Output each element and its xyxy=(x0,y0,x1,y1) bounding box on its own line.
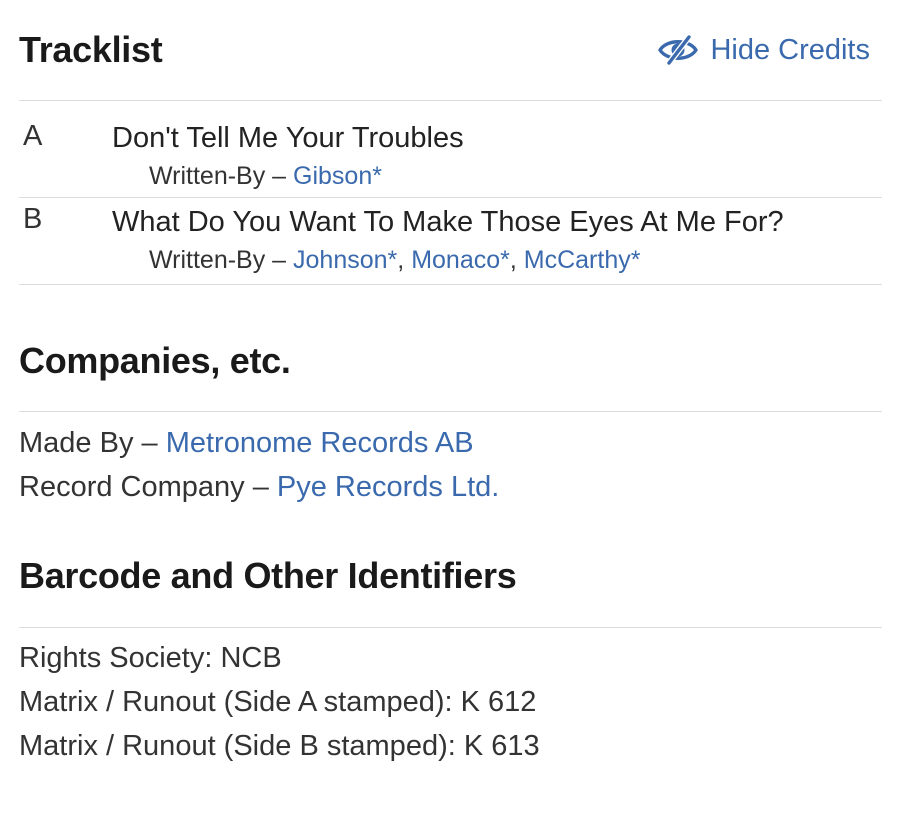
company-link[interactable]: Pye Records Ltd. xyxy=(277,471,499,503)
company-item: Record Company – Pye Records Ltd. xyxy=(19,465,882,509)
eye-slash-icon xyxy=(658,35,699,65)
hide-credits-button[interactable]: Hide Credits xyxy=(658,34,882,67)
credit-comma: , xyxy=(397,246,412,274)
company-separator: – xyxy=(133,427,166,459)
credit-role: Written-By xyxy=(149,162,266,190)
track-credit: Written-By – Gibson* xyxy=(149,156,882,196)
track-row: A Don't Tell Me Your Troubles Written-By… xyxy=(19,101,882,198)
identifier-item: Rights Society: NCB xyxy=(19,642,282,674)
company-item: Made By – Metronome Records AB xyxy=(19,421,882,465)
release-details: Tracklist Hide Credits A Don't Tell Me Y… xyxy=(19,0,882,824)
credit-separator: – xyxy=(265,246,294,274)
tracklist-header: Tracklist Hide Credits xyxy=(19,27,882,73)
identifiers-list: Rights Society: NCB Matrix / Runout (Sid… xyxy=(19,636,882,768)
company-separator: – xyxy=(244,471,277,503)
company-role: Record Company xyxy=(19,471,245,503)
credit-artist-link[interactable]: McCarthy* xyxy=(524,246,641,274)
track-position: A xyxy=(23,120,43,152)
company-link[interactable]: Metronome Records AB xyxy=(166,427,474,459)
companies-heading: Companies, etc. xyxy=(19,340,291,381)
companies-list: Made By – Metronome Records AB Record Co… xyxy=(19,421,882,509)
credit-artist-link[interactable]: Johnson* xyxy=(293,246,397,274)
identifier-item: Matrix / Runout (Side A stamped): K 612 xyxy=(19,686,537,718)
track-credit: Written-By – Johnson*, Monaco*, McCarthy… xyxy=(149,241,882,279)
identifiers-divider xyxy=(19,627,882,628)
credit-separator: – xyxy=(265,162,294,190)
credit-comma: , xyxy=(509,246,524,274)
identifiers-heading: Barcode and Other Identifiers xyxy=(19,555,517,596)
credit-role: Written-By xyxy=(149,246,266,274)
companies-divider xyxy=(19,411,882,412)
track-title: Don't Tell Me Your Troubles xyxy=(112,122,464,154)
hide-credits-label: Hide Credits xyxy=(710,33,870,66)
credit-artist-link[interactable]: Monaco* xyxy=(411,246,510,274)
tracklist-heading: Tracklist xyxy=(19,29,163,70)
track-position: B xyxy=(23,203,43,235)
identifier-item: Matrix / Runout (Side B stamped): K 613 xyxy=(19,730,540,762)
company-role: Made By xyxy=(19,427,134,459)
credit-artist-link[interactable]: Gibson* xyxy=(293,162,382,190)
track-row: B What Do You Want To Make Those Eyes At… xyxy=(19,198,882,285)
track-title: What Do You Want To Make Those Eyes At M… xyxy=(112,206,784,238)
